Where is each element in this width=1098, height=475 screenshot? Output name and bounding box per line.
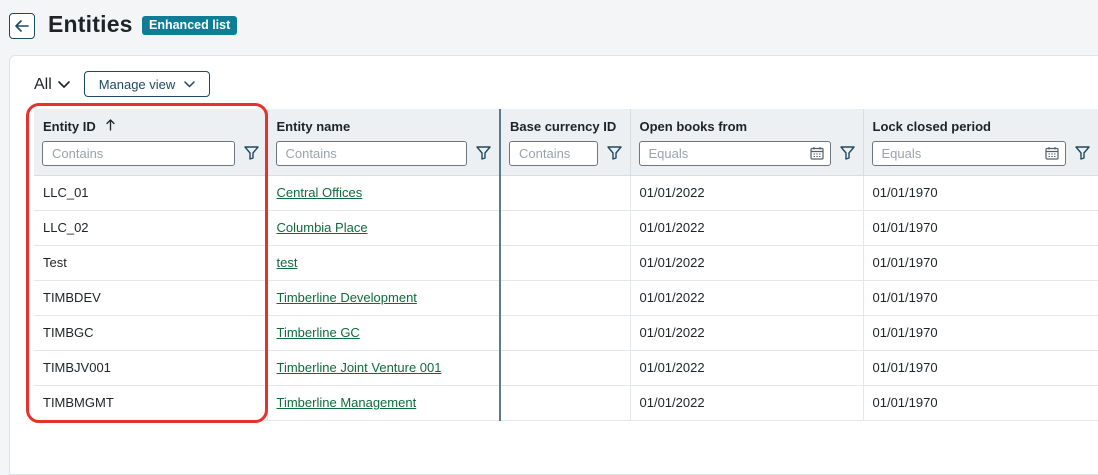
- base-currency-cell: [499, 210, 630, 246]
- table-row: LLC_01 Central Offices 01/01/2022 01/01/…: [34, 175, 1098, 211]
- table-row: Test test 01/01/2022 01/01/1970: [34, 245, 1098, 281]
- base-currency-cell: [499, 315, 630, 351]
- enhanced-list-badge: Enhanced list: [142, 16, 238, 35]
- base-currency-cell: [499, 245, 630, 281]
- column-label: Entity ID: [43, 119, 96, 134]
- base-currency-cell: [499, 280, 630, 316]
- entity-id-filter-input[interactable]: [42, 140, 235, 166]
- page-header: Entities Enhanced list: [0, 0, 1098, 54]
- lock-closed-period-cell: 01/01/1970: [862, 350, 1098, 386]
- column-header-entity-id: Entity ID: [34, 109, 267, 176]
- open-books-from-cell: 01/01/2022: [629, 280, 863, 316]
- entity-name-cell: Timberline Joint Venture 001: [266, 350, 500, 386]
- column-header-entity-name: Entity name: [266, 109, 500, 176]
- column-label[interactable]: Lock closed period: [873, 119, 991, 134]
- table-header-row: Entity ID Entity name: [34, 109, 1098, 176]
- entity-name-cell: Timberline GC: [266, 315, 500, 351]
- entity-name-filter-input[interactable]: [275, 140, 467, 166]
- manage-view-button[interactable]: Manage view: [84, 71, 210, 97]
- open-books-from-cell: 01/01/2022: [629, 315, 863, 351]
- column-label[interactable]: Open books from: [640, 119, 748, 134]
- lock-closed-period-cell: 01/01/1970: [862, 315, 1098, 351]
- entity-name-cell: Central Offices: [266, 175, 500, 211]
- chevron-down-icon: [184, 80, 196, 87]
- arrow-left-icon: [15, 20, 29, 32]
- open-books-from-filter-input[interactable]: [638, 140, 831, 166]
- entity-name-cell: Timberline Development: [266, 280, 500, 316]
- entity-id-cell: LLC_01: [34, 175, 267, 211]
- base-currency-cell: [499, 350, 630, 386]
- table-row: LLC_02 Columbia Place 01/01/2022 01/01/1…: [34, 210, 1098, 246]
- calendar-icon[interactable]: [1045, 146, 1059, 160]
- base-currency-filter-input[interactable]: [509, 140, 598, 166]
- entity-name-link[interactable]: Timberline Management: [277, 395, 417, 410]
- entity-id-cell: TIMBMGMT: [34, 385, 267, 421]
- filter-icon[interactable]: [476, 146, 491, 160]
- lock-closed-period-filter-input[interactable]: [871, 140, 1066, 166]
- open-books-from-cell: 01/01/2022: [629, 210, 863, 246]
- column-label[interactable]: Base currency ID: [510, 119, 616, 134]
- open-books-from-cell: 01/01/2022: [629, 385, 863, 421]
- entity-id-cell: TIMBGC: [34, 315, 267, 351]
- filter-icon[interactable]: [243, 146, 259, 160]
- column-header-open-books-from: Open books from: [629, 109, 863, 176]
- filter-icon[interactable]: [1075, 146, 1090, 160]
- entity-id-cell: TIMBJV001: [34, 350, 267, 386]
- lock-closed-period-cell: 01/01/1970: [862, 280, 1098, 316]
- table-row: TIMBJV001 Timberline Joint Venture 001 0…: [34, 350, 1098, 386]
- entity-id-cell: Test: [34, 245, 267, 281]
- entity-name-link[interactable]: Timberline Development: [277, 290, 417, 305]
- entity-name-cell: Columbia Place: [266, 210, 500, 246]
- lock-closed-period-cell: 01/01/1970: [862, 245, 1098, 281]
- chevron-down-icon: [57, 81, 70, 88]
- view-selector[interactable]: All: [34, 75, 70, 95]
- lock-closed-period-cell: 01/01/1970: [862, 385, 1098, 421]
- entity-name-link[interactable]: test: [277, 255, 298, 270]
- entity-name-link[interactable]: Timberline GC: [277, 325, 360, 340]
- table-row: TIMBDEV Timberline Development 01/01/202…: [34, 280, 1098, 316]
- filter-icon[interactable]: [606, 146, 622, 160]
- page-title: Entities: [48, 11, 133, 37]
- back-button[interactable]: [9, 13, 35, 39]
- entity-id-sort-toggle[interactable]: Entity ID: [43, 119, 116, 134]
- sort-ascending-icon: [106, 119, 116, 131]
- manage-view-label: Manage view: [98, 76, 176, 92]
- entity-name-link[interactable]: Timberline Joint Venture 001: [277, 360, 442, 375]
- entities-table: Entity ID Entity name: [34, 109, 1098, 421]
- entity-id-cell: TIMBDEV: [34, 280, 267, 316]
- base-currency-cell: [499, 385, 630, 421]
- entity-name-cell: test: [266, 245, 500, 281]
- table-row: TIMBGC Timberline GC 01/01/2022 01/01/19…: [34, 315, 1098, 351]
- lock-closed-period-cell: 01/01/1970: [862, 175, 1098, 211]
- open-books-from-cell: 01/01/2022: [629, 245, 863, 281]
- entity-name-cell: Timberline Management: [266, 385, 500, 421]
- open-books-from-cell: 01/01/2022: [629, 350, 863, 386]
- calendar-icon[interactable]: [809, 146, 824, 160]
- column-header-base-currency-id: Base currency ID: [499, 109, 630, 176]
- view-selector-label: All: [34, 76, 52, 93]
- entity-name-link[interactable]: Columbia Place: [277, 220, 368, 235]
- table-row: TIMBMGMT Timberline Management 01/01/202…: [34, 385, 1098, 421]
- base-currency-cell: [499, 175, 630, 211]
- filter-icon[interactable]: [839, 146, 855, 160]
- column-label[interactable]: Entity name: [277, 119, 351, 134]
- entity-id-cell: LLC_02: [34, 210, 267, 246]
- column-header-lock-closed-period: Lock closed period: [862, 109, 1098, 176]
- entity-name-link[interactable]: Central Offices: [277, 185, 363, 200]
- lock-closed-period-cell: 01/01/1970: [862, 210, 1098, 246]
- open-books-from-cell: 01/01/2022: [629, 175, 863, 211]
